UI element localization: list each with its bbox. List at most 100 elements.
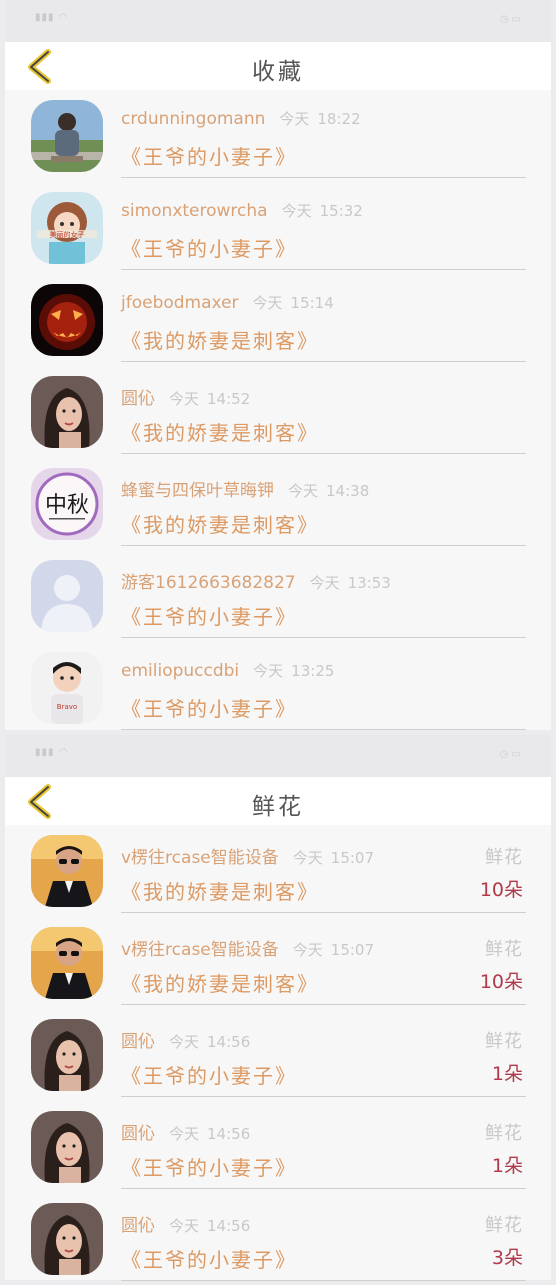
timestamp: 今天 15:32 <box>282 202 363 220</box>
date-label: 今天 <box>281 202 312 220</box>
book-title-link[interactable]: 《王爷的小妻子》 <box>121 233 297 262</box>
row-divider <box>121 177 526 178</box>
username[interactable]: 蜂蜜与四保叶草晦钾 <box>121 481 274 501</box>
time-label: 15:07 <box>330 941 375 959</box>
flower-label: 鲜花 <box>485 847 523 868</box>
flower-label: 鲜花 <box>485 1031 523 1052</box>
flower-item[interactable]: v楞往rcase智能设备 今天 15:07 《我的娇妻是刺客》 鲜花 10朵 <box>5 825 551 917</box>
flower-count: 1朵 <box>491 1063 523 1085</box>
favorite-item[interactable]: 美丽的女子 simonxterowrcha 今天 15:32 《王爷的小妻子》 <box>5 182 551 274</box>
username[interactable]: 圆伈 <box>121 389 155 409</box>
woman-portrait-avatar <box>31 1203 103 1275</box>
avatar[interactable] <box>31 100 103 172</box>
flower-label: 鲜花 <box>485 939 523 960</box>
time-label: 15:07 <box>330 849 375 867</box>
book-title-link[interactable]: 《王爷的小妻子》 <box>121 141 297 170</box>
avatar[interactable] <box>31 927 103 999</box>
timestamp: 今天 15:07 <box>293 849 374 867</box>
avatar[interactable] <box>31 1111 103 1183</box>
favorite-item[interactable]: 游客1612663682827 今天 13:53 《王爷的小妻子》 <box>5 550 551 642</box>
avatar[interactable] <box>31 376 103 448</box>
item-header: 圆伈 今天 14:56 <box>121 1027 250 1052</box>
row-divider <box>121 1004 526 1005</box>
flower-item[interactable]: 圆伈 今天 14:56 《王爷的小妻子》 鲜花 1朵 <box>5 1101 551 1193</box>
item-header: v楞往rcase智能设备 今天 15:07 <box>121 843 374 868</box>
time-label: 14:38 <box>326 482 370 500</box>
item-header: emiliopuccdbi 今天 13:25 <box>121 660 334 681</box>
favorite-item[interactable]: 圆伈 今天 14:52 《我的娇妻是刺客》 <box>5 366 551 458</box>
date-label: 今天 <box>169 390 200 408</box>
row-divider <box>121 545 526 546</box>
man-on-bench-avatar <box>31 100 103 172</box>
pumpkin-avatar <box>31 284 103 356</box>
item-header: 圆伈 今天 14:56 <box>121 1211 250 1236</box>
username[interactable]: v楞往rcase智能设备 <box>121 848 279 868</box>
avatar[interactable]: Bravo <box>31 652 103 724</box>
status-bar: ▮▮▮ ◠ ◷ ▭ <box>5 735 551 777</box>
flowers-list: v楞往rcase智能设备 今天 15:07 《我的娇妻是刺客》 鲜花 10朵 v楞往rcas… <box>5 825 551 1285</box>
item-header: 圆伈 今天 14:56 <box>121 1119 250 1144</box>
date-label: 今天 <box>169 1125 200 1143</box>
username[interactable]: simonxterowrcha <box>121 201 268 221</box>
favorite-item[interactable]: jfoebodmaxer 今天 15:14 《我的娇妻是刺客》 <box>5 274 551 366</box>
signal-icon: ▮▮▮ ◠ <box>35 12 69 23</box>
book-title-link[interactable]: 《王爷的小妻子》 <box>121 601 297 630</box>
row-divider <box>121 729 526 730</box>
flower-item[interactable]: 圆伈 今天 14:56 《王爷的小妻子》 鲜花 1朵 <box>5 1009 551 1101</box>
favorite-item[interactable]: 中秋 蜂蜜与四保叶草晦钾 今天 14:38 《我的娇妻是刺客》 <box>5 458 551 550</box>
avatar[interactable] <box>31 560 103 632</box>
row-divider <box>121 453 526 454</box>
page-title: 鲜花 <box>252 794 304 820</box>
date-label: 今天 <box>288 482 319 500</box>
svg-text:美丽的女子: 美丽的女子 <box>50 230 85 239</box>
battery-icon: ◷ ▭ <box>499 14 521 25</box>
username[interactable]: emiliopuccdbi <box>121 661 239 681</box>
woman-portrait-avatar <box>31 1111 103 1183</box>
row-divider <box>121 637 526 638</box>
book-title-link[interactable]: 《王爷的小妻子》 <box>121 1152 297 1181</box>
row-divider <box>121 1096 526 1097</box>
date-label: 今天 <box>169 1033 200 1051</box>
favorite-item[interactable]: crdunningomann 今天 18:22 《王爷的小妻子》 <box>5 90 551 182</box>
username[interactable]: crdunningomann <box>121 109 265 129</box>
book-title-link[interactable]: 《我的娇妻是刺客》 <box>121 325 319 354</box>
book-title-link[interactable]: 《王爷的小妻子》 <box>121 693 297 722</box>
row-divider <box>121 912 526 913</box>
svg-text:Bravo: Bravo <box>57 703 77 711</box>
flower-item[interactable]: v楞往rcase智能设备 今天 15:07 《我的娇妻是刺客》 鲜花 10朵 <box>5 917 551 1009</box>
username[interactable]: 圆伈 <box>121 1032 155 1052</box>
flower-label: 鲜花 <box>485 1215 523 1236</box>
timestamp: 今天 14:38 <box>288 482 369 500</box>
item-header: v楞往rcase智能设备 今天 15:07 <box>121 935 374 960</box>
date-label: 今天 <box>292 849 323 867</box>
timestamp: 今天 14:56 <box>169 1217 250 1235</box>
flower-count: 10朵 <box>479 971 523 993</box>
nav-bar: 鲜花 <box>5 777 551 825</box>
book-title-link[interactable]: 《我的娇妻是刺客》 <box>121 876 319 905</box>
avatar[interactable] <box>31 835 103 907</box>
item-header: 圆伈 今天 14:52 <box>121 384 250 409</box>
date-label: 今天 <box>279 110 310 128</box>
username[interactable]: 圆伈 <box>121 1216 155 1236</box>
date-label: 今天 <box>252 294 283 312</box>
book-title-link[interactable]: 《我的娇妻是刺客》 <box>121 509 319 538</box>
username[interactable]: 圆伈 <box>121 1124 155 1144</box>
flower-label: 鲜花 <box>485 1123 523 1144</box>
child-avatar: Bravo <box>31 652 103 724</box>
book-title-link[interactable]: 《王爷的小妻子》 <box>121 1060 297 1089</box>
flower-item[interactable]: 圆伈 今天 14:56 《王爷的小妻子》 鲜花 3朵 <box>5 1193 551 1285</box>
avatar[interactable] <box>31 284 103 356</box>
book-title-link[interactable]: 《我的娇妻是刺客》 <box>121 968 319 997</box>
avatar[interactable] <box>31 1203 103 1275</box>
avatar[interactable] <box>31 1019 103 1091</box>
book-title-link[interactable]: 《王爷的小妻子》 <box>121 1244 297 1273</box>
item-header: crdunningomann 今天 18:22 <box>121 108 361 129</box>
avatar[interactable]: 中秋 <box>31 468 103 540</box>
favorite-item[interactable]: Bravo emiliopuccdbi 今天 13:25 《王爷的小妻子》 <box>5 642 551 734</box>
avatar[interactable]: 美丽的女子 <box>31 192 103 264</box>
timestamp: 今天 14:52 <box>169 390 250 408</box>
username[interactable]: 游客1612663682827 <box>121 573 296 593</box>
book-title-link[interactable]: 《我的娇妻是刺客》 <box>121 417 319 446</box>
username[interactable]: jfoebodmaxer <box>121 293 239 313</box>
username[interactable]: v楞往rcase智能设备 <box>121 940 279 960</box>
